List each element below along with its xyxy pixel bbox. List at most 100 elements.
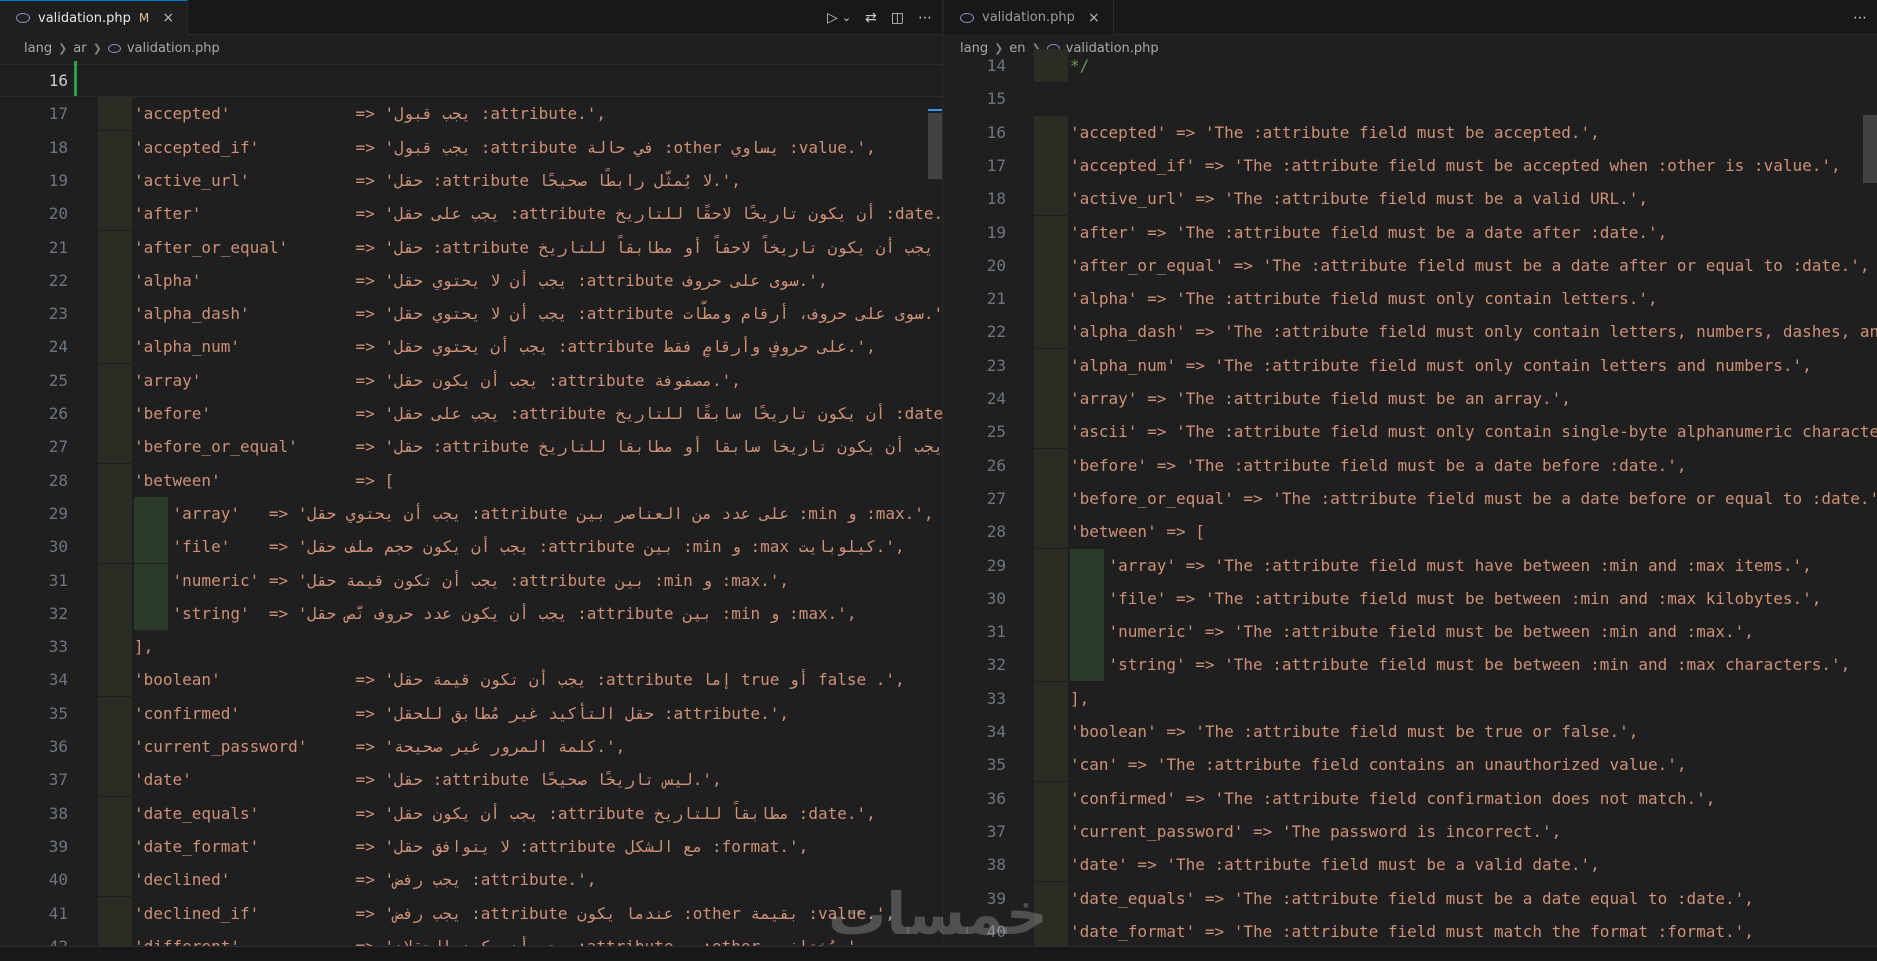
- code-text[interactable]: 'between' => [: [1070, 515, 1205, 548]
- code-line[interactable]: 39'date_equals' => 'The :attribute field…: [944, 881, 1877, 915]
- code-line[interactable]: 29 'array' => 'يجب أن يحتوي حقل :attribu…: [0, 496, 942, 530]
- code-line[interactable]: 39 'date_format' => 'لا يتوافق حقل :attri…: [0, 829, 942, 863]
- code-line[interactable]: 16 'accepted' => 'The :attribute field mu…: [944, 115, 1877, 149]
- code-line[interactable]: 35 'can' => 'The :attribute field contain…: [944, 748, 1877, 782]
- code-line[interactable]: 36 'confirmed' => 'The :attribute field c…: [944, 781, 1877, 815]
- code-line[interactable]: 24 'alpha_num' => 'يجب أن يحتوي حقل :attr…: [0, 330, 942, 364]
- chevron-down-icon[interactable]: ⌄: [842, 11, 851, 24]
- code-line[interactable]: 25 'ascii' => 'The :attribute field must …: [944, 415, 1877, 449]
- more-actions-icon[interactable]: ⋯: [1853, 10, 1867, 26]
- code-line[interactable]: 37 'current_password' => 'The password is…: [944, 814, 1877, 848]
- close-icon[interactable]: ×: [159, 10, 177, 26]
- code-line[interactable]: 34 'boolean' => 'يجب أن تكون قيمة حقل :at…: [0, 663, 942, 697]
- tab-validation-ar[interactable]: validation.php M ×: [0, 0, 189, 35]
- code-text[interactable]: 'string' => 'يجب أن يكون عدد حروف نّص حق…: [134, 597, 857, 630]
- code-line[interactable]: 16: [0, 64, 942, 97]
- code-line[interactable]: 21 'after_or_equal' => 'حقل :attribute يج…: [0, 230, 942, 264]
- code-line[interactable]: 36 'current_password' => 'كلمة المرور غير…: [0, 730, 942, 763]
- code-line[interactable]: 27 'before_or_equal' => 'حقل :attribute ي…: [0, 430, 942, 464]
- code-line[interactable]: 26 'before' => 'يجب على حقل :attribute أن…: [0, 397, 942, 430]
- code-line[interactable]: 26 'before' => 'The :attribute field must…: [944, 448, 1877, 482]
- close-icon[interactable]: ×: [1085, 10, 1103, 26]
- more-actions-icon[interactable]: ⋯: [918, 10, 932, 26]
- code-line[interactable]: 31 'numeric' => 'يجب أن تكون قيمة حقل :a…: [0, 563, 942, 597]
- code-line[interactable]: 17 'accepted_if' => 'The :attribute field…: [944, 148, 1877, 182]
- code-text[interactable]: 'alpha' => 'يجب أن لا يحتوي حقل :attribu…: [134, 264, 828, 297]
- code-line[interactable]: 27 'before_or_equal' => 'The :attribute f…: [944, 481, 1877, 515]
- left-editor-pane[interactable]: validation.php M × ▷ ⌄ ⇄ ◫ ⋯ lang ❯ ar ❯…: [0, 0, 943, 946]
- run-icon[interactable]: ▷: [827, 10, 838, 26]
- code-text[interactable]: 'date_format' => 'لا يتوافق حقل :attribu…: [134, 830, 808, 863]
- code-line[interactable]: 38 'date_equals' => 'يجب أن يكون حقل :att…: [0, 796, 942, 830]
- right-editor-pane[interactable]: validation.php × ⋯ lang ❯ en ❯ validatio…: [944, 0, 1877, 946]
- code-text[interactable]: 'array' => 'The :attribute field must ha…: [1070, 549, 1812, 582]
- code-line[interactable]: 30 'file' => 'يجب أن يكون حجم ملف حقل :a…: [0, 530, 942, 564]
- code-line[interactable]: 22 'alpha_dash' => 'The :attribute field …: [944, 315, 1877, 349]
- code-text[interactable]: ],: [134, 630, 153, 663]
- code-text[interactable]: 'numeric' => 'يجب أن تكون قيمة حقل :attr…: [134, 564, 790, 597]
- breadcrumb-file[interactable]: validation.php: [127, 41, 220, 56]
- code-text[interactable]: 'can' => 'The :attribute field contains …: [1070, 748, 1687, 781]
- code-text[interactable]: 'alpha_dash' => 'The :attribute field mu…: [1070, 315, 1877, 348]
- split-editor-icon[interactable]: ◫: [891, 10, 904, 26]
- code-text[interactable]: 'before' => 'يجب على حقل :attribute أن ي…: [134, 397, 942, 430]
- right-code-editor[interactable]: 14 */ 15 16 'accepted' => 'The :attribute fi…: [944, 49, 1877, 946]
- code-text[interactable]: 'after_or_equal' => 'حقل :attribute يجب …: [134, 231, 942, 264]
- code-text[interactable]: 'date' => 'The :attribute field must be …: [1070, 848, 1600, 881]
- code-line[interactable]: 38 'date' => 'The :attribute field must b…: [944, 848, 1877, 882]
- code-line[interactable]: 20 'after_or_equal' => 'The :attribute fi…: [944, 248, 1877, 282]
- code-text[interactable]: 'active_url' => 'حقل :attribute لا يُمثّ…: [134, 164, 741, 197]
- code-line[interactable]: 25 'array' => 'يجب أن يكون حقل :attribute…: [0, 363, 942, 397]
- code-line[interactable]: 15: [944, 82, 1877, 115]
- code-line[interactable]: 18 'accepted_if' => 'يجب قبول :attribute …: [0, 130, 942, 164]
- code-text[interactable]: 'after_or_equal' => 'The :attribute fiel…: [1070, 249, 1870, 282]
- code-line[interactable]: 19 'active_url' => 'حقل :attribute لا يُم…: [0, 163, 942, 197]
- code-text[interactable]: 'alpha_num' => 'يجب أن يحتوي حقل :attrib…: [134, 330, 876, 363]
- code-text[interactable]: 'alpha_dash' => 'يجب أن لا يحتوي حقل :at…: [134, 297, 942, 330]
- code-text[interactable]: 'date_format' => 'The :attribute field m…: [1070, 915, 1754, 946]
- code-text[interactable]: 'date_equals' => 'يجب أن يكون حقل :attri…: [134, 797, 876, 830]
- code-text[interactable]: 'declined_if' => 'يجب رفض :attribute عند…: [134, 897, 895, 930]
- code-text[interactable]: 'alpha_num' => 'The :attribute field mus…: [1070, 349, 1812, 382]
- left-code-editor[interactable]: 16 17 'accepted' => 'يجب قبول :attribute.'…: [0, 61, 942, 946]
- code-line[interactable]: 20 'after' => 'يجب على حقل :attribute أن …: [0, 197, 942, 231]
- code-line[interactable]: 22 'alpha' => 'يجب أن لا يحتوي حقل :attri…: [0, 263, 942, 297]
- code-line[interactable]: 33],: [944, 681, 1877, 715]
- code-line[interactable]: 29 'array' => 'The :attribute field must…: [944, 548, 1877, 582]
- code-line[interactable]: 37 'date' => 'حقل :attribute ليس تاريخًا …: [0, 763, 942, 797]
- code-text[interactable]: 'after' => 'The :attribute field must be…: [1070, 216, 1667, 249]
- code-text[interactable]: 'ascii' => 'The :attribute field must on…: [1070, 415, 1877, 448]
- code-line[interactable]: 14 */: [944, 49, 1877, 82]
- code-text[interactable]: 'before_or_equal' => 'حقل :attribute يجب…: [134, 430, 942, 463]
- code-text[interactable]: 'date_equals' => 'The :attribute field m…: [1070, 882, 1754, 915]
- code-text[interactable]: ],: [1070, 682, 1089, 715]
- code-line[interactable]: 35 'confirmed' => 'حقل التأكيد غير مُطابق…: [0, 696, 942, 730]
- code-text[interactable]: 'boolean' => 'يجب أن تكون قيمة حقل :attr…: [134, 663, 905, 696]
- code-line[interactable]: 19 'after' => 'The :attribute field must …: [944, 215, 1877, 249]
- code-text[interactable]: 'date' => 'حقل :attribute ليس تاريخًا صح…: [134, 763, 722, 796]
- code-text[interactable]: 'after' => 'يجب على حقل :attribute أن يك…: [134, 197, 942, 230]
- code-text[interactable]: 'confirmed' => 'حقل التأكيد غير مُطابق ل…: [134, 697, 789, 730]
- code-line[interactable]: 41 'declined_if' => 'يجب رفض :attribute ع…: [0, 896, 942, 930]
- code-line[interactable]: 30 'file' => 'The :attribute field must …: [944, 581, 1877, 615]
- code-text[interactable]: 'active_url' => 'The :attribute field mu…: [1070, 182, 1648, 215]
- code-text[interactable]: 'confirmed' => 'The :attribute field con…: [1070, 782, 1715, 815]
- code-line[interactable]: 34 'boolean' => 'The :attribute field mus…: [944, 715, 1877, 748]
- code-text[interactable]: 'file' => 'The :attribute field must be …: [1070, 582, 1822, 615]
- code-text[interactable]: 'array' => 'يجب أن يكون حقل :attribute ‏…: [134, 364, 741, 397]
- code-text[interactable]: 'before' => 'The :attribute field must b…: [1070, 449, 1687, 482]
- code-line[interactable]: 33],: [0, 630, 942, 664]
- code-text[interactable]: 'alpha' => 'The :attribute field must on…: [1070, 282, 1658, 315]
- code-text[interactable]: 'string' => 'The :attribute field must b…: [1070, 648, 1851, 681]
- code-text[interactable]: */: [1070, 49, 1089, 82]
- code-text[interactable]: 'numeric' => 'The :attribute field must …: [1070, 615, 1754, 648]
- code-text[interactable]: 'accepted' => 'The :attribute field must…: [1070, 116, 1600, 149]
- code-line[interactable]: 28 'between' => [: [944, 515, 1877, 549]
- code-text[interactable]: 'current_password' => 'كلمة المرور غير ص…: [134, 730, 625, 763]
- code-text[interactable]: 'different' => 'يجب أن يكون الحقلان :att…: [134, 930, 866, 946]
- compare-icon[interactable]: ⇄: [865, 10, 877, 26]
- code-text[interactable]: 'boolean' => 'The :attribute field must …: [1070, 715, 1638, 748]
- code-line[interactable]: 23 'alpha_num' => 'The :attribute field m…: [944, 348, 1877, 382]
- tab-validation-en[interactable]: validation.php ×: [944, 0, 1114, 35]
- code-text[interactable]: 'array' => 'يجب أن يحتوي حقل :attribute …: [134, 497, 934, 530]
